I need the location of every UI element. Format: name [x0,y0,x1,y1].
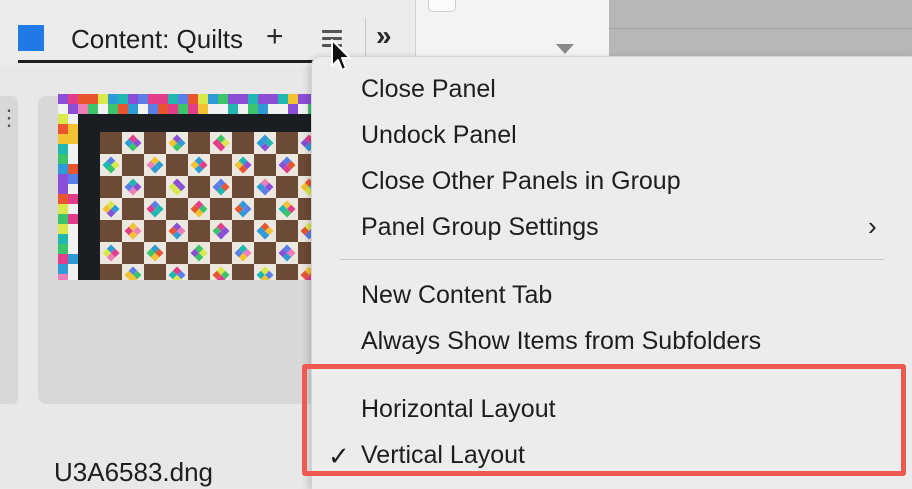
menu-item-close-other-panels[interactable]: Close Other Panels in Group [361,167,681,196]
mouse-pointer-icon [330,38,354,74]
menu-separator [340,259,884,260]
more-options-icon[interactable]: ⋮ [0,107,20,129]
double-chevron-icon[interactable]: » [376,20,391,52]
menu-item-always-show-subfolders[interactable]: Always Show Items from Subfolders [361,327,761,356]
highlight-box [302,364,906,476]
toolbar-button[interactable] [488,0,514,10]
plus-icon[interactable]: + [266,22,284,52]
tab-divider [365,18,366,56]
tab-color-swatch [18,25,44,51]
menu-item-new-content-tab[interactable]: New Content Tab [361,281,552,310]
thumbnail-filename: U3A6583.dng [54,457,214,487]
menu-item-close-panel[interactable]: Close Panel [361,75,496,104]
tab-content-quilts[interactable]: Content: Quilts [71,24,243,55]
chevron-right-icon: › [868,211,877,241]
dropdown-triangle-icon[interactable] [556,44,574,54]
menu-item-panel-group-settings[interactable]: Panel Group Settings [361,213,599,242]
toolbar-button[interactable] [428,0,456,12]
neighbor-panel-header [415,0,609,62]
menu-item-undock-panel[interactable]: Undock Panel [361,121,517,150]
thumbnail-tile-partial[interactable]: ⋮ [0,96,20,404]
